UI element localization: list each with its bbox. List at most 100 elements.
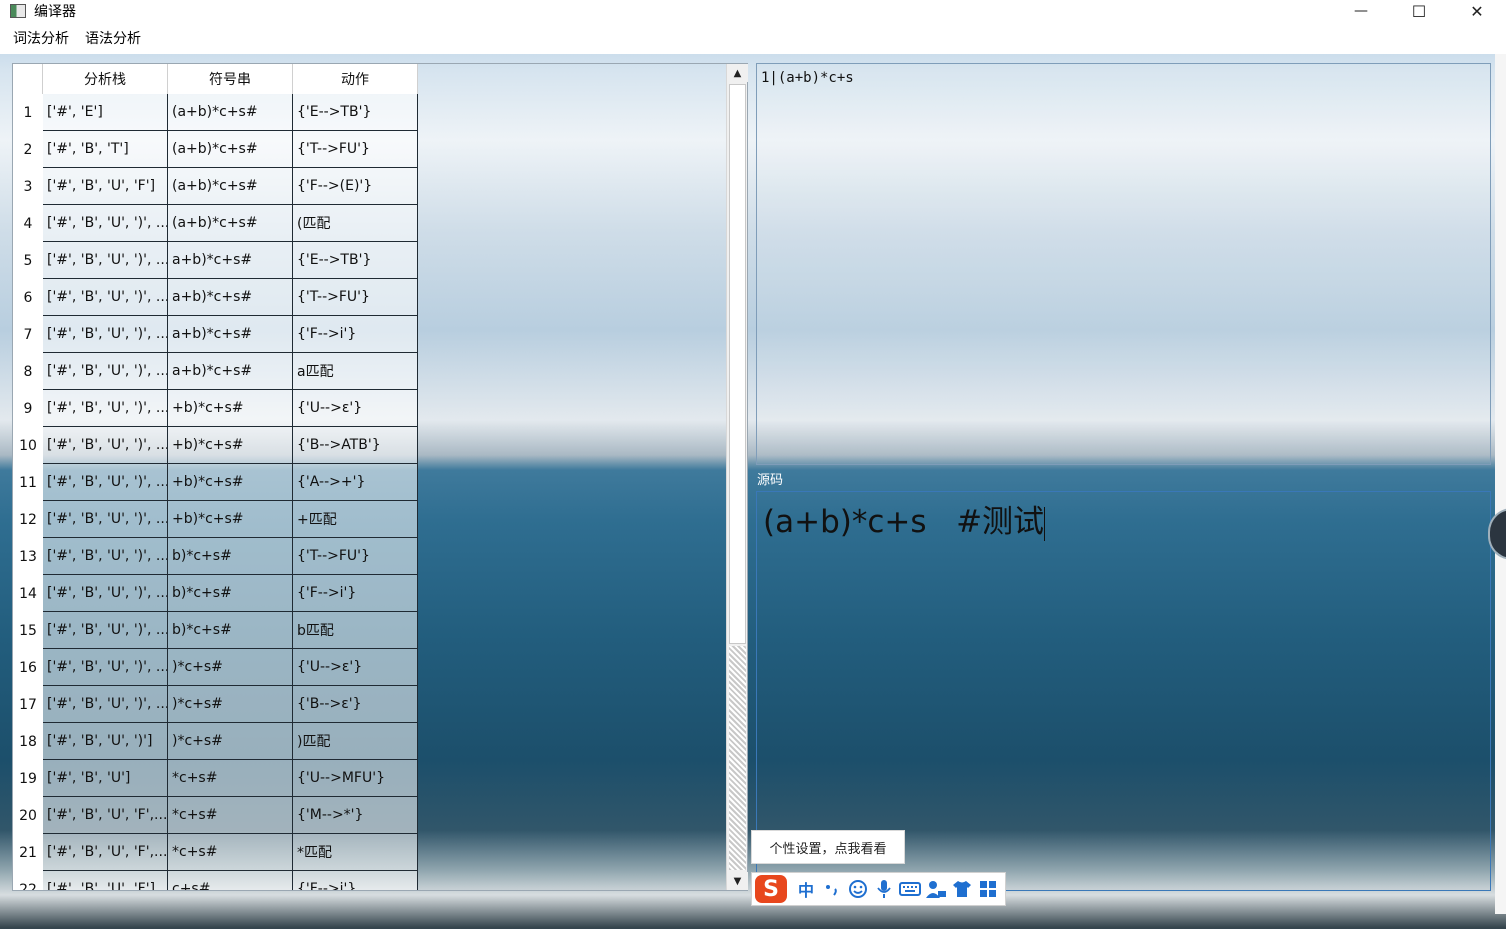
scroll-up-icon[interactable]: ▲ <box>727 64 748 82</box>
row-number[interactable]: 13 <box>13 538 43 575</box>
emoji-icon[interactable] <box>845 875 871 903</box>
row-number[interactable]: 14 <box>13 575 43 612</box>
cell-input[interactable]: b)*c+s# <box>168 538 293 575</box>
output-textbox[interactable]: 1|(a+b)*c+s <box>756 63 1491 465</box>
cell-action[interactable]: {'U-->ε'} <box>293 390 418 427</box>
scroll-track[interactable] <box>729 646 746 870</box>
table-row[interactable]: 1 ['#', 'E'] (a+b)*c+s# {'E-->TB'} <box>13 94 418 131</box>
row-number[interactable]: 10 <box>13 427 43 464</box>
cell-input[interactable]: *c+s# <box>168 760 293 797</box>
microphone-icon[interactable] <box>871 875 897 903</box>
cell-action[interactable]: *匹配 <box>293 834 418 871</box>
cell-action[interactable]: {'U-->MFU'} <box>293 760 418 797</box>
row-number[interactable]: 17 <box>13 686 43 723</box>
cell-stack[interactable]: ['#', 'B', 'U', ')', ... <box>43 612 168 649</box>
row-number[interactable]: 20 <box>13 797 43 834</box>
cell-action[interactable]: {'T-->FU'} <box>293 279 418 316</box>
row-number[interactable]: 16 <box>13 649 43 686</box>
column-header-input[interactable]: 符号串 <box>168 64 293 94</box>
table-row[interactable]: 10 ['#', 'B', 'U', ')', ... +b)*c+s# {'B-->… <box>13 427 418 464</box>
cell-action[interactable]: )匹配 <box>293 723 418 760</box>
column-header-action[interactable]: 动作 <box>293 64 418 94</box>
cell-input[interactable]: +b)*c+s# <box>168 427 293 464</box>
cell-stack[interactable]: ['#', 'B', 'U', ')', ... <box>43 501 168 538</box>
cell-stack[interactable]: ['#', 'B', 'U', ')'] <box>43 723 168 760</box>
cell-input[interactable]: )*c+s# <box>168 686 293 723</box>
ime-tooltip[interactable]: 个性设置，点我看看 <box>751 830 905 864</box>
cell-stack[interactable]: ['#', 'B', 'T'] <box>43 131 168 168</box>
cell-action[interactable]: {'U-->ε'} <box>293 649 418 686</box>
cell-stack[interactable]: ['#', 'B', 'U', ')', ... <box>43 427 168 464</box>
skin-icon[interactable] <box>949 875 975 903</box>
row-number[interactable]: 4 <box>13 205 43 242</box>
cell-action[interactable]: a匹配 <box>293 353 418 390</box>
cell-action[interactable]: +匹配 <box>293 501 418 538</box>
cell-action[interactable]: b匹配 <box>293 612 418 649</box>
scroll-down-icon[interactable]: ▼ <box>727 872 748 890</box>
cell-input[interactable]: )*c+s# <box>168 649 293 686</box>
row-number[interactable]: 22 <box>13 871 43 890</box>
row-number[interactable]: 1 <box>13 94 43 131</box>
row-number[interactable]: 18 <box>13 723 43 760</box>
cell-stack[interactable]: ['#', 'B', 'U', 'F'] <box>43 168 168 205</box>
cell-input[interactable]: +b)*c+s# <box>168 501 293 538</box>
table-row[interactable]: 18 ['#', 'B', 'U', ')'])*c+s#)匹配 <box>13 723 418 760</box>
table-row[interactable]: 2 ['#', 'B', 'T'] (a+b)*c+s# {'T-->FU'} <box>13 131 418 168</box>
keyboard-icon[interactable] <box>897 875 923 903</box>
cell-action[interactable]: (匹配 <box>293 205 418 242</box>
row-number[interactable]: 8 <box>13 353 43 390</box>
cell-input[interactable]: )*c+s# <box>168 723 293 760</box>
cell-stack[interactable]: ['#', 'B', 'U', ')', ... <box>43 575 168 612</box>
table-row[interactable]: 8 ['#', 'B', 'U', ')', ... a+b)*c+s# a匹配 <box>13 353 418 390</box>
row-number[interactable]: 11 <box>13 464 43 501</box>
cell-input[interactable]: +b)*c+s# <box>168 390 293 427</box>
cell-stack[interactable]: ['#', 'E'] <box>43 94 168 131</box>
cell-stack[interactable]: ['#', 'B', 'U', ')', ... <box>43 649 168 686</box>
table-row[interactable]: 6 ['#', 'B', 'U', ')', ... a+b)*c+s# {'T-->… <box>13 279 418 316</box>
table-row[interactable]: 5 ['#', 'B', 'U', ')', ... a+b)*c+s# {'E-->… <box>13 242 418 279</box>
cell-input[interactable]: a+b)*c+s# <box>168 279 293 316</box>
cell-stack[interactable]: ['#', 'B', 'U'] <box>43 760 168 797</box>
menu-lexical-analysis[interactable]: 词法分析 <box>8 28 74 48</box>
cell-action[interactable]: {'A-->+'} <box>293 464 418 501</box>
cell-input[interactable]: b)*c+s# <box>168 612 293 649</box>
cell-action[interactable]: {'F-->i'} <box>293 871 418 890</box>
row-number[interactable]: 9 <box>13 390 43 427</box>
cell-input[interactable]: *c+s# <box>168 797 293 834</box>
table-row[interactable]: 4 ['#', 'B', 'U', ')', ... (a+b)*c+s# (匹配 <box>13 205 418 242</box>
cell-stack[interactable]: ['#', 'B', 'U', ')', ... <box>43 686 168 723</box>
table-corner[interactable] <box>13 64 43 94</box>
cell-action[interactable]: {'E-->TB'} <box>293 94 418 131</box>
row-number[interactable]: 12 <box>13 501 43 538</box>
table-row[interactable]: 20 ['#', 'B', 'U', 'F',... *c+s# {'M-->*'} <box>13 797 418 834</box>
row-number[interactable]: 7 <box>13 316 43 353</box>
cell-input[interactable]: c+s# <box>168 871 293 890</box>
cell-stack[interactable]: ['#', 'B', 'U', ')', ... <box>43 538 168 575</box>
row-number[interactable]: 15 <box>13 612 43 649</box>
table-row[interactable]: 17 ['#', 'B', 'U', ')', ...)*c+s# {'B-->ε'… <box>13 686 418 723</box>
cell-input[interactable]: a+b)*c+s# <box>168 242 293 279</box>
cell-action[interactable]: {'T-->FU'} <box>293 131 418 168</box>
cell-stack[interactable]: ['#', 'B', 'U', ')', ... <box>43 316 168 353</box>
cell-stack[interactable]: ['#', 'B', 'U', ')', ... <box>43 353 168 390</box>
table-row[interactable]: 3 ['#', 'B', 'U', 'F'] (a+b)*c+s# {'F-->(E)… <box>13 168 418 205</box>
cell-action[interactable]: {'F-->i'} <box>293 316 418 353</box>
cell-stack[interactable]: ['#', 'B', 'U', ')', ... <box>43 464 168 501</box>
cell-action[interactable]: {'T-->FU'} <box>293 538 418 575</box>
cell-stack[interactable]: ['#', 'B', 'U', ')', ... <box>43 279 168 316</box>
cell-input[interactable]: a+b)*c+s# <box>168 353 293 390</box>
cell-input[interactable]: (a+b)*c+s# <box>168 94 293 131</box>
row-number[interactable]: 3 <box>13 168 43 205</box>
cell-action[interactable]: {'M-->*'} <box>293 797 418 834</box>
cell-action[interactable]: {'E-->TB'} <box>293 242 418 279</box>
row-number[interactable]: 6 <box>13 279 43 316</box>
cell-action[interactable]: {'F-->(E)'} <box>293 168 418 205</box>
cell-input[interactable]: a+b)*c+s# <box>168 316 293 353</box>
cell-input[interactable]: (a+b)*c+s# <box>168 168 293 205</box>
table-scrollbar[interactable]: ▲ ▼ <box>726 64 748 890</box>
table-row[interactable]: 19 ['#', 'B', 'U'] *c+s# {'U-->MFU'} <box>13 760 418 797</box>
maximize-button[interactable]: ☐ <box>1390 0 1448 22</box>
user-icon[interactable] <box>923 875 949 903</box>
row-number[interactable]: 19 <box>13 760 43 797</box>
menu-syntax-analysis[interactable]: 语法分析 <box>80 28 146 48</box>
